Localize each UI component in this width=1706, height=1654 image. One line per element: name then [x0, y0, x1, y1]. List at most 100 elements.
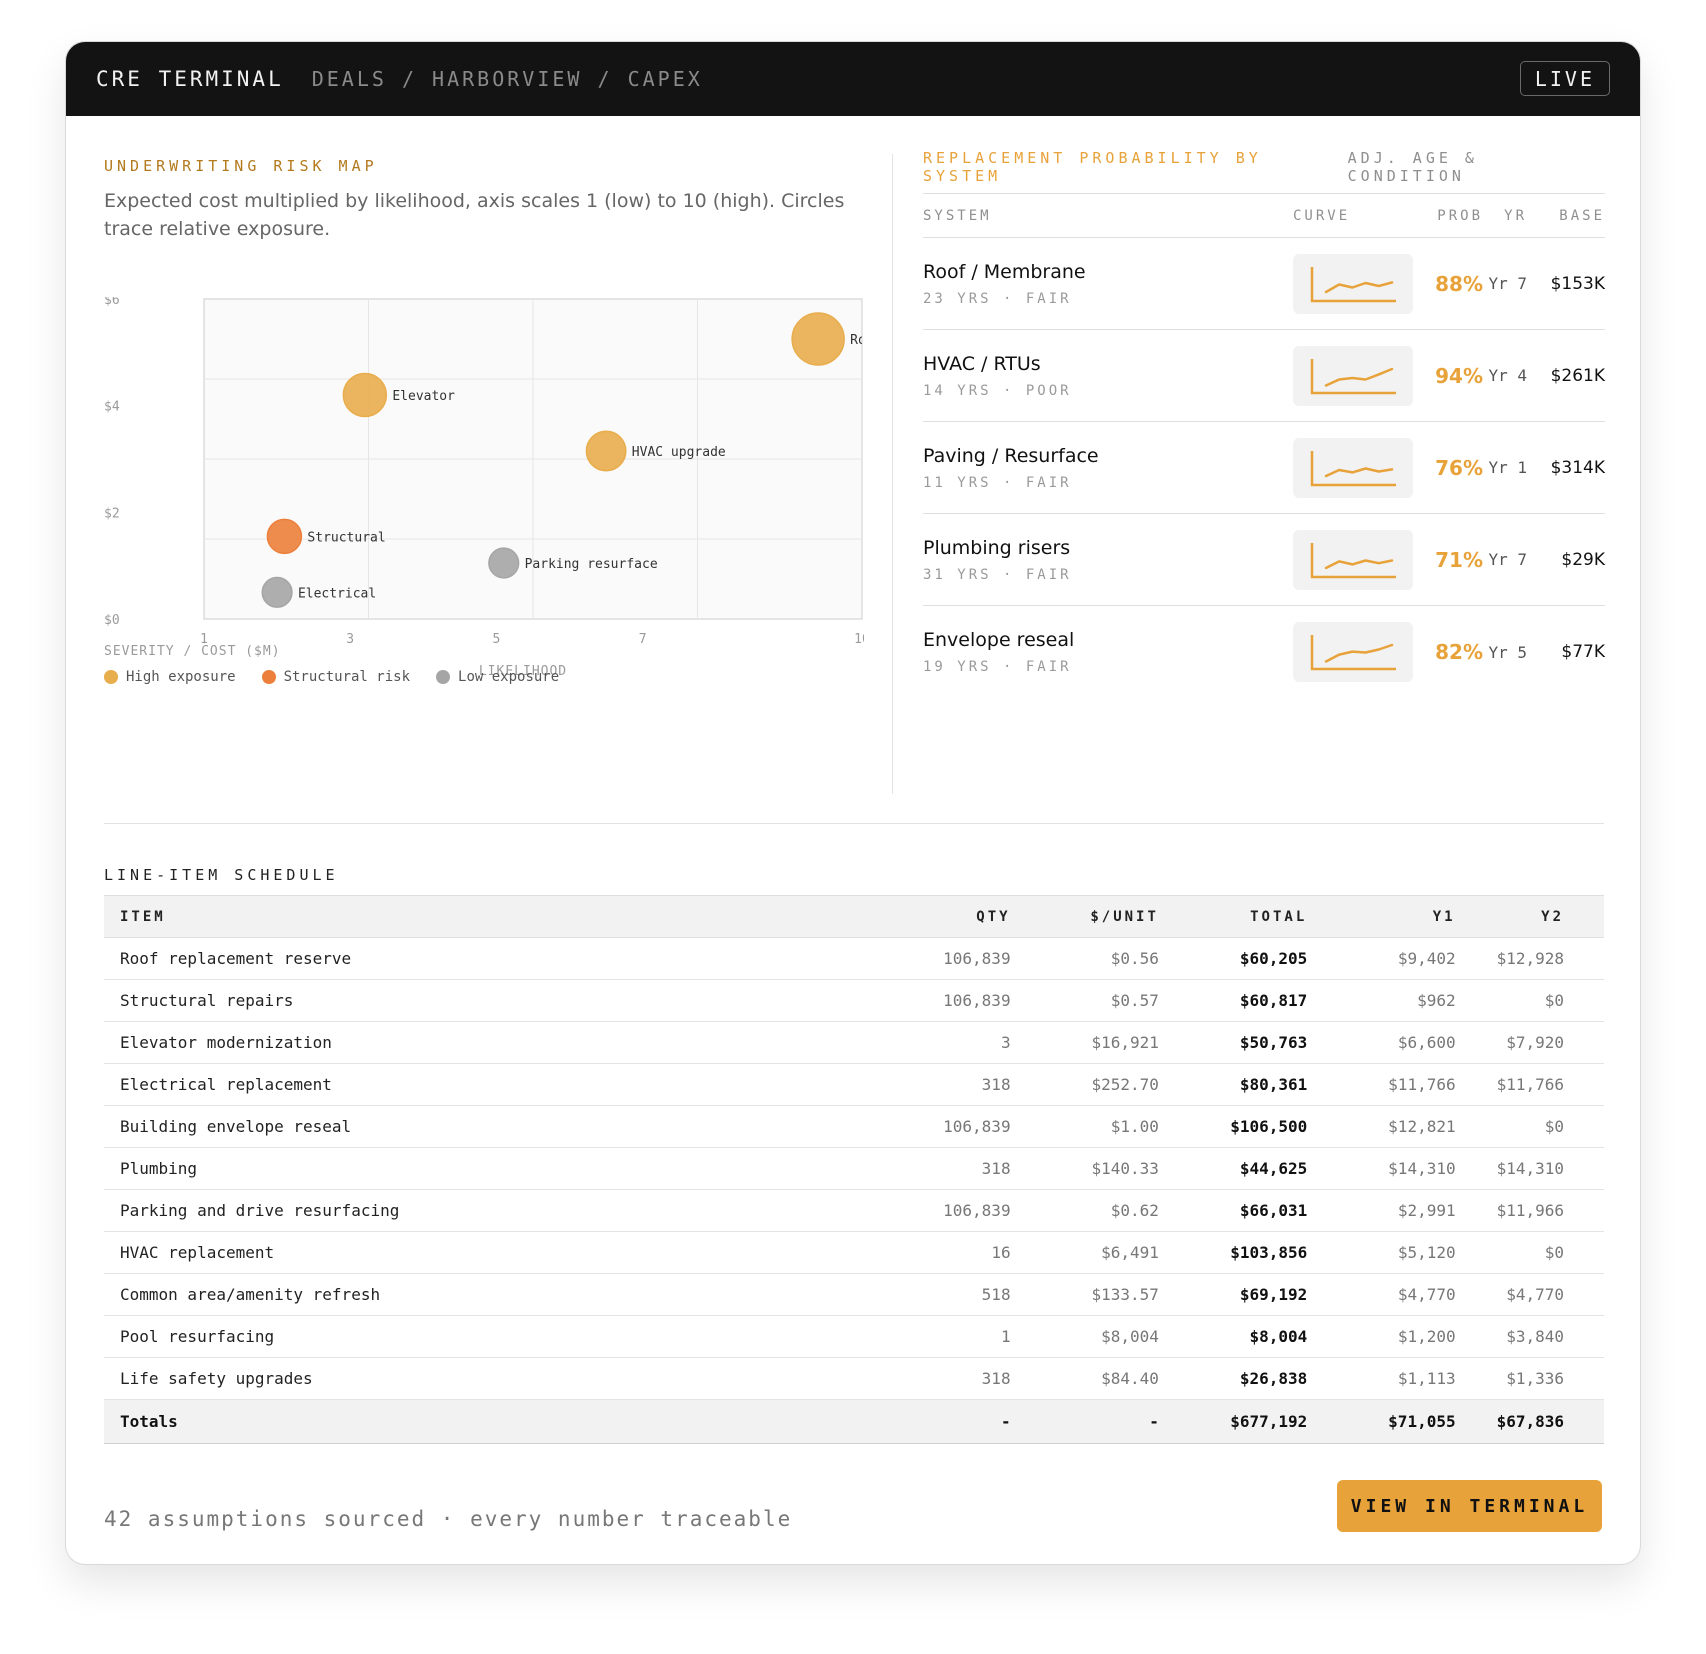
- sparkline-curve: [1324, 643, 1394, 663]
- table-row[interactable]: Elevator modernization 3 $16,921 $50,763 $6,…: [104, 1021, 1604, 1064]
- cell-y2: $11,966: [1455, 1189, 1604, 1232]
- cell-y1: $6,600: [1307, 1021, 1456, 1064]
- year-value: Yr 1: [1488, 458, 1527, 477]
- system-row[interactable]: Roof / Membrane 23 YRS · FAIR 88% Yr 7 $153K: [923, 238, 1605, 330]
- probability-value: 88%: [1435, 271, 1483, 296]
- cell-y1: $4,770: [1307, 1273, 1456, 1316]
- cell-qty: 3: [814, 1021, 1011, 1064]
- cell-qty: 318: [814, 1147, 1011, 1190]
- table-row[interactable]: Roof replacement reserve 106,839 $0.56 $60,…: [104, 937, 1604, 980]
- system-meta: 11 YRS · FAIR: [923, 474, 1072, 491]
- replacement-table: SYSTEM CURVE PROB YR BASE Roof / Membran…: [923, 193, 1605, 698]
- cell-y2: $14,310: [1455, 1147, 1604, 1190]
- cell-item: Plumbing: [104, 1147, 815, 1190]
- view-in-terminal-button[interactable]: VIEW IN TERMINAL: [1337, 1480, 1602, 1532]
- schedule-title: LINE-ITEM SCHEDULE: [104, 866, 339, 884]
- legend-item-low: Low exposure: [436, 669, 559, 685]
- cell-unit: $16,921: [1010, 1021, 1159, 1064]
- cell-unit: $0.56: [1010, 937, 1159, 980]
- cell-y1: $12,821: [1307, 1105, 1456, 1148]
- table-row[interactable]: HVAC replacement 16 $6,491 $103,856 $5,120 $0: [104, 1231, 1604, 1274]
- cell-y2: $4,770: [1455, 1273, 1604, 1316]
- cell-qty: 106,839: [814, 979, 1011, 1022]
- th-y2[interactable]: Y2: [1455, 895, 1604, 938]
- system-name: Plumbing risers: [923, 536, 1071, 559]
- cell-item: Electrical replacement: [104, 1063, 815, 1106]
- brand-title: CRE TERMINAL: [96, 67, 284, 91]
- line-item-schedule: ITEM QTY $/UNIT TOTAL Y1 Y2 Roof replace…: [104, 895, 1604, 1444]
- sparkline-curve: [1324, 280, 1394, 293]
- cell-item: Roof replacement reserve: [104, 937, 815, 980]
- cell-total: $80,361: [1158, 1063, 1308, 1106]
- probability-value: 82%: [1435, 640, 1483, 664]
- th-unit[interactable]: $/UNIT: [1010, 895, 1159, 938]
- base-cost: $314K: [1550, 457, 1605, 478]
- risk-map-title: UNDERWRITING RISK MAP: [104, 157, 378, 175]
- sparkline-svg: [1310, 450, 1396, 486]
- table-row[interactable]: Building envelope reseal 106,839 $1.00 $106…: [104, 1105, 1604, 1148]
- cell-total: $103,856: [1158, 1231, 1308, 1274]
- cell-item: Elevator modernization: [104, 1021, 815, 1064]
- year-value: Yr 5: [1488, 642, 1527, 662]
- system-row[interactable]: Envelope reseal 19 YRS · FAIR 82% Yr 5 $77K: [923, 606, 1605, 698]
- cell-y1: $962: [1307, 979, 1456, 1022]
- table-row[interactable]: Electrical replacement 318 $252.70 $80,361 $…: [104, 1063, 1604, 1106]
- capex-card: CRE TERMINAL DEALS / HARBORVIEW / CAPEX …: [65, 41, 1641, 1565]
- cell-qty: 1: [814, 1315, 1011, 1358]
- y-tick-label: $6: [104, 297, 120, 308]
- point-label: Roof: [850, 333, 864, 348]
- table-row[interactable]: Life safety upgrades 318 $84.40 $26,838 $1,1…: [104, 1357, 1604, 1400]
- point-label: Structural: [307, 530, 385, 545]
- breadcrumb[interactable]: DEALS / HARBORVIEW / CAPEX: [312, 67, 703, 91]
- totals-y1: $71,055: [1307, 1399, 1456, 1444]
- th-qty[interactable]: QTY: [814, 895, 1011, 938]
- system-row[interactable]: Plumbing risers 31 YRS · FAIR 71% Yr 7 $29K: [923, 514, 1605, 606]
- table-row[interactable]: Pool resurfacing 1 $8,004 $8,004 $1,200 $3,84…: [104, 1315, 1604, 1358]
- system-cell: HVAC / RTUs 14 YRS · POOR: [923, 353, 1293, 399]
- system-row[interactable]: Paving / Resurface 11 YRS · FAIR 76% Yr 1 $3…: [923, 422, 1605, 514]
- sparkline-svg: [1310, 358, 1396, 394]
- sparkline-curve: [1324, 466, 1394, 477]
- cell-qty: 318: [814, 1357, 1011, 1400]
- x-tick-label: 3: [346, 632, 354, 647]
- system-meta: 31 YRS · FAIR: [923, 566, 1072, 583]
- table-row[interactable]: Common area/amenity refresh 518 $133.57 $69…: [104, 1273, 1604, 1316]
- system-cell: Roof / Membrane 23 YRS · FAIR: [923, 261, 1293, 307]
- replacement-subtitle: ADJ. AGE & CONDITION: [1347, 149, 1478, 185]
- th-item[interactable]: ITEM: [104, 895, 815, 938]
- system-row[interactable]: HVAC / RTUs 14 YRS · POOR 94% Yr 4 $261K: [923, 330, 1605, 422]
- legend-swatch-low: [436, 670, 451, 684]
- system-meta: 14 YRS · POOR: [923, 382, 1072, 399]
- cell-y2: $0: [1455, 1231, 1604, 1274]
- cell-unit: $0.62: [1010, 1189, 1159, 1232]
- point-label: Electrical: [298, 586, 376, 601]
- table-row[interactable]: Parking and drive resurfacing 106,839 $0.6…: [104, 1189, 1604, 1232]
- base-cost: $261K: [1550, 365, 1605, 386]
- section-divider: [104, 823, 1604, 824]
- system-name: Envelope reseal: [923, 629, 1075, 651]
- cell-unit: $6,491: [1010, 1231, 1159, 1274]
- legend-swatch-structural: [261, 670, 276, 684]
- scatter-point: [266, 518, 303, 555]
- sparkline-axis: [1310, 450, 1396, 486]
- year-value: Yr 4: [1488, 366, 1527, 385]
- cell-item: Parking and drive resurfacing: [104, 1189, 815, 1232]
- scatter-point: [791, 312, 845, 366]
- y-tick-label: $0: [104, 613, 120, 628]
- cell-qty: 106,839: [814, 1189, 1011, 1232]
- panel-divider: [892, 154, 893, 794]
- th-y1[interactable]: Y1: [1307, 895, 1456, 938]
- table-row[interactable]: Plumbing 318 $140.33 $44,625 $14,310 $14,310: [104, 1147, 1604, 1190]
- cell-y2: $1,336: [1455, 1357, 1604, 1400]
- table-row[interactable]: Structural repairs 106,839 $0.57 $60,817 $96…: [104, 979, 1604, 1022]
- cell-item: Pool resurfacing: [104, 1315, 815, 1358]
- x-tick-label: 5: [493, 632, 501, 647]
- th-total[interactable]: TOTAL: [1158, 895, 1308, 938]
- cell-unit: $0.57: [1010, 979, 1159, 1022]
- replacement-table-header: SYSTEM CURVE PROB YR BASE: [923, 194, 1605, 238]
- cell-unit: $133.57: [1010, 1273, 1159, 1316]
- risk-scatter-plot: $0$2$4$6135710SEVERITY / COST ($M)LIKELI…: [104, 293, 870, 679]
- system-name: Paving / Resurface: [923, 444, 1099, 467]
- cell-total: $8,004: [1158, 1315, 1308, 1358]
- sparkline-svg: [1310, 542, 1396, 578]
